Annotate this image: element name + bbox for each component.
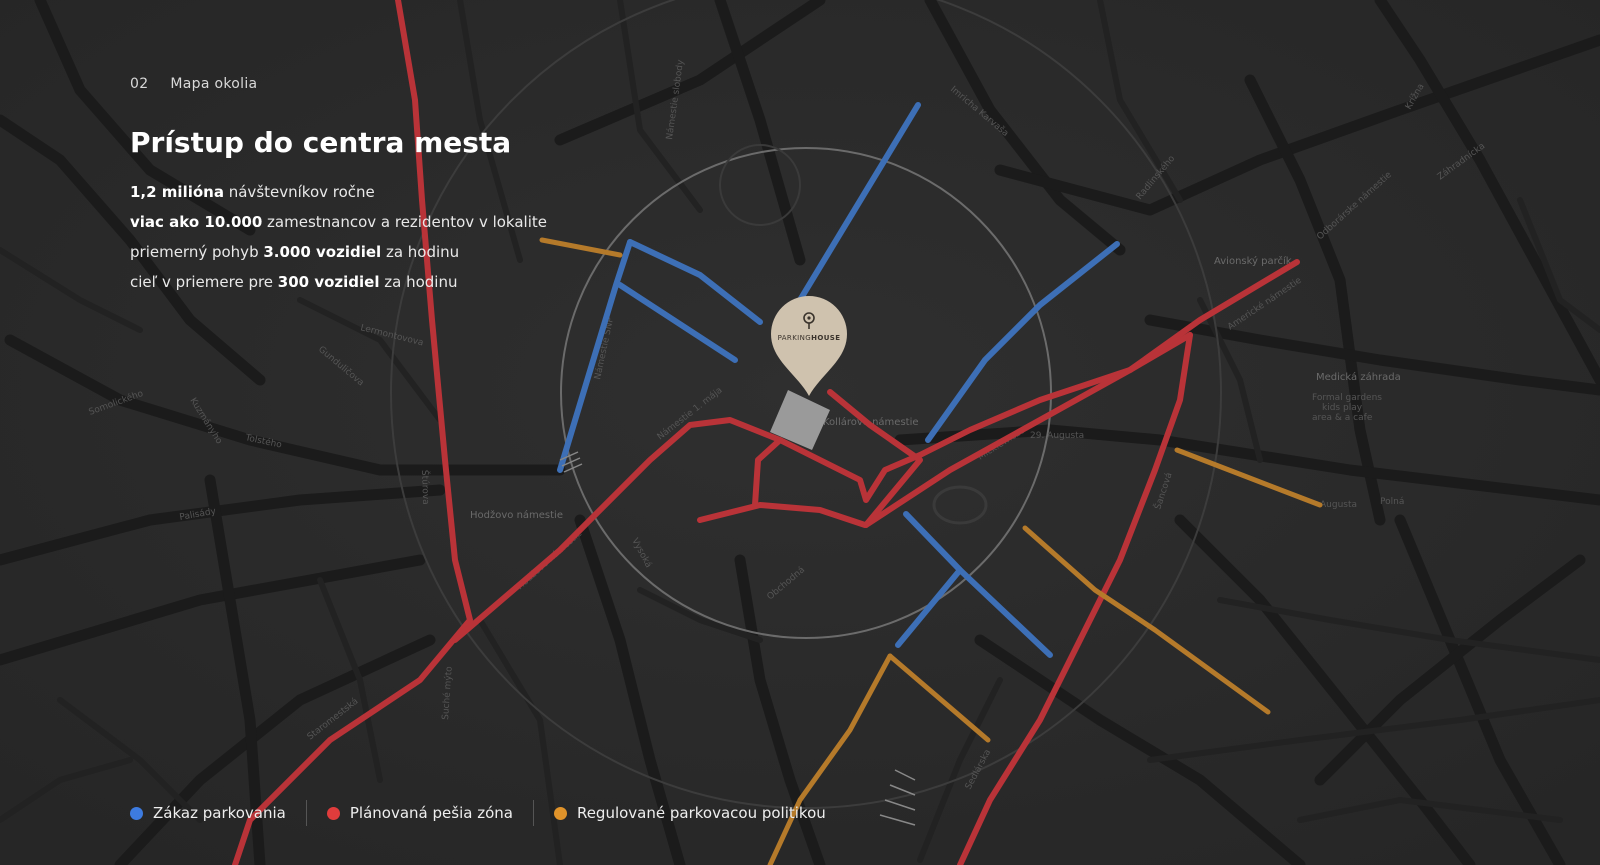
section-heading: 02 Mapa okolia <box>130 76 547 92</box>
stat-residents: viac ako 10.000 zamestnancov a rezidento… <box>130 213 547 231</box>
stat-traffic: priemerný pohyb 3.000 vozidiel za hodinu <box>130 243 460 261</box>
label-hodzovo-namestie: Hodžovo námestie <box>470 509 563 521</box>
section-label: Mapa okolia <box>170 76 258 92</box>
legend-dot-orange <box>553 806 567 820</box>
label-29-augusta: 29. Augusta <box>1030 431 1084 441</box>
legend-label: Regulované parkovacou politikou <box>576 804 826 822</box>
page-title: Prístup do centra mesta <box>130 126 512 159</box>
legend-divider <box>305 800 307 826</box>
legend-divider <box>532 800 534 826</box>
label-cafe: area & a cafe <box>1312 413 1373 423</box>
section-number: 02 <box>130 76 149 92</box>
legend-pedestrian-zone[interactable]: Plánovaná pešia zóna <box>326 804 513 822</box>
legend-regulated[interactable]: Regulované parkovacou politikou <box>553 804 826 822</box>
pin-brand-light: PARKING <box>777 334 812 342</box>
info-panel: 02 Mapa okolia Prístup do centra mesta 1,… <box>130 76 547 297</box>
label-kids-play: kids play <box>1322 403 1363 413</box>
stat-target: cieľ v priemere pre 300 vozidiel za hodi… <box>130 273 458 291</box>
pin-brand: PARKINGHOUSE <box>769 334 849 342</box>
parking-house-pin[interactable] <box>769 294 849 398</box>
label-augusta: Augusta <box>1320 500 1357 510</box>
stat-visitors: 1,2 milióna návštevníkov ročne <box>130 183 375 201</box>
legend-label: Zákaz parkovania <box>153 804 286 822</box>
map-legend: Zákaz parkovania Plánovaná pešia zóna Re… <box>130 800 826 826</box>
label-formal-gardens: Formal gardens <box>1312 393 1382 403</box>
pin-brand-bold: HOUSE <box>811 334 841 342</box>
legend-label: Plánovaná pešia zóna <box>349 804 513 822</box>
label-medicka-zahrada: Medická záhrada <box>1316 371 1401 383</box>
label-avionsky-parcik: Avionský parčík <box>1214 255 1292 267</box>
legend-no-parking[interactable]: Zákaz parkovania <box>130 804 286 822</box>
label-polna: Polná <box>1380 497 1404 507</box>
legend-dot-red <box>326 806 340 820</box>
legend-dot-blue <box>130 806 143 820</box>
